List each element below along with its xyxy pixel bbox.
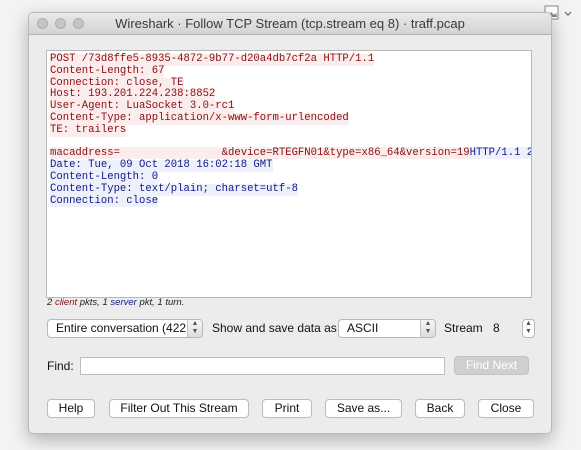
format-select[interactable]: ASCII ▲ ▼ xyxy=(338,319,436,338)
show-data-label: Show and save data as xyxy=(212,321,337,335)
conversation-select[interactable]: Entire conversation (422 ▲ ▼ xyxy=(47,319,203,338)
client-body: macaddress= &device=RTEGFN01&type=x86_64… xyxy=(50,147,470,160)
client-line: TE: trailers xyxy=(50,123,127,137)
stream-number-field[interactable]: 8 xyxy=(493,321,500,335)
stream-stepper-icon[interactable]: ▲ ▼ xyxy=(522,319,535,338)
stream-content[interactable]: POST /73d8ffe5-8935-4872-9b77-d20a4db7cf… xyxy=(46,50,532,298)
server-status-line: HTTP/1.1 200 OK xyxy=(469,147,531,160)
client-line: Content-Length: 67 xyxy=(50,64,165,78)
print-button[interactable]: Print xyxy=(262,399,312,418)
close-button[interactable]: Close xyxy=(478,399,534,418)
find-next-button[interactable]: Find Next xyxy=(454,356,529,375)
back-button[interactable]: Back xyxy=(415,399,465,418)
title-bar: Wireshark · Follow TCP Stream (tcp.strea… xyxy=(29,13,551,35)
select-arrows-icon: ▲ ▼ xyxy=(420,320,435,337)
window-title: Wireshark · Follow TCP Stream (tcp.strea… xyxy=(115,16,465,31)
save-as-button[interactable]: Save as... xyxy=(325,399,402,418)
find-input[interactable] xyxy=(80,357,445,375)
server-line: Content-Length: 0 xyxy=(50,170,159,184)
client-line: Content-Type: application/x-www-form-url… xyxy=(50,111,349,125)
server-line: Connection: close xyxy=(50,194,159,208)
filter-out-stream-button[interactable]: Filter Out This Stream xyxy=(109,399,249,418)
select-arrows-icon: ▲ ▼ xyxy=(187,320,202,337)
find-label: Find: xyxy=(47,359,74,373)
stream-label: Stream xyxy=(444,321,483,335)
server-line: Content-Type: text/plain; charset=utf-8 xyxy=(50,182,298,196)
help-button[interactable]: Help xyxy=(47,399,95,418)
stream-summary: 2 client pkts, 1 server pkt, 1 turn. xyxy=(47,297,185,308)
follow-tcp-stream-dialog: Wireshark · Follow TCP Stream (tcp.strea… xyxy=(28,12,552,434)
